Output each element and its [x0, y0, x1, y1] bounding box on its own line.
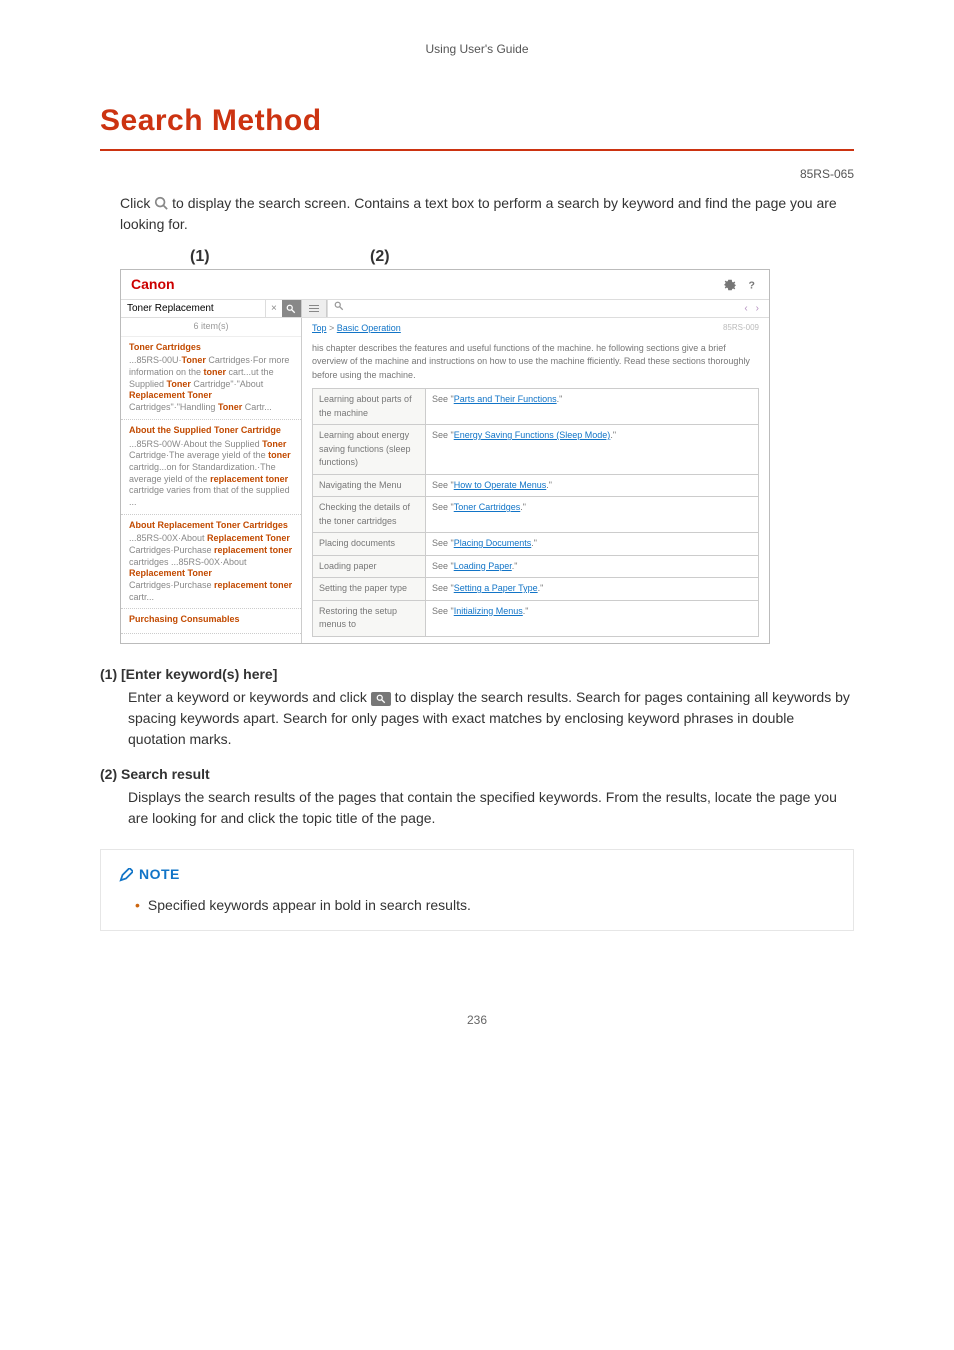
table-link[interactable]: Placing Documents	[454, 538, 532, 548]
table-link[interactable]: Toner Cartridges	[454, 502, 521, 512]
running-header: Using User's Guide	[100, 40, 854, 58]
table-row: Learning about parts of the machineSee "…	[313, 389, 759, 425]
table-row: Placing documentsSee "Placing Documents.…	[313, 533, 759, 556]
table-row: Navigating the MenuSee "How to Operate M…	[313, 474, 759, 497]
table-link[interactable]: Loading Paper	[454, 561, 512, 571]
results-count: 6 item(s)	[121, 318, 301, 337]
table-label: Loading paper	[313, 555, 426, 578]
title-rule	[100, 149, 854, 151]
breadcrumb: 85RS-009 Top > Basic Operation	[312, 322, 759, 336]
table-label: Placing documents	[313, 533, 426, 556]
table-value: See "Energy Saving Functions (Sleep Mode…	[426, 425, 759, 475]
table-link[interactable]: Parts and Their Functions	[454, 394, 557, 404]
doc-code: 85RS-065	[100, 165, 854, 183]
table-row: Setting the paper typeSee "Setting a Pap…	[313, 578, 759, 601]
note-box: NOTE Specified keywords appear in bold i…	[100, 849, 854, 931]
table-label: Checking the details of the toner cartri…	[313, 497, 426, 533]
brand-logo: Canon	[131, 274, 175, 295]
content-page-code: 85RS-009	[723, 322, 759, 334]
table-label: Setting the paper type	[313, 578, 426, 601]
search-result-item[interactable]: Toner Cartridges...85RS-00U·Toner Cartri…	[121, 337, 301, 420]
search-result-item[interactable]: Purchasing Consumables	[121, 609, 301, 634]
search-go-button[interactable]	[282, 300, 301, 317]
page-title: Search Method	[100, 98, 854, 143]
result-title: About Replacement Toner Cartridges	[129, 520, 293, 532]
table-label: Restoring the setup menus to	[313, 600, 426, 636]
def-1-head: (1) [Enter keyword(s) here]	[100, 664, 854, 685]
content-intro: his chapter describes the features and u…	[312, 342, 759, 383]
table-value: See "Loading Paper."	[426, 555, 759, 578]
search-button-icon	[371, 692, 391, 706]
result-snippet: ...85RS-00X·About Replacement Toner Cart…	[129, 533, 293, 603]
table-link[interactable]: Initializing Menus	[454, 606, 523, 616]
table-value: See "Toner Cartridges."	[426, 497, 759, 533]
svg-text:?: ?	[749, 279, 755, 291]
figure-screenshot: (1) (2) Canon ? ×	[120, 245, 770, 644]
search-result-item[interactable]: About Replacement Toner Cartridges...85R…	[121, 515, 301, 610]
intro-paragraph: Click to display the search screen. Cont…	[120, 193, 854, 235]
def-2-body: Displays the search results of the pages…	[128, 787, 854, 829]
intro-post: to display the search screen. Contains a…	[120, 195, 837, 232]
result-title: Purchasing Consumables	[129, 614, 293, 626]
table-label: Navigating the Menu	[313, 474, 426, 497]
note-heading: NOTE	[119, 864, 835, 885]
callout-1: (1)	[120, 245, 370, 269]
breadcrumb-current[interactable]: Basic Operation	[337, 323, 401, 333]
def-2-head: (2) Search result	[100, 764, 854, 785]
table-row: Checking the details of the toner cartri…	[313, 497, 759, 533]
table-link[interactable]: Energy Saving Functions (Sleep Mode)	[454, 430, 611, 440]
table-value: See "Setting a Paper Type."	[426, 578, 759, 601]
table-row: Restoring the setup menus toSee "Initial…	[313, 600, 759, 636]
breadcrumb-top[interactable]: Top	[312, 323, 327, 333]
table-row: Learning about energy saving functions (…	[313, 425, 759, 475]
search-icon	[154, 196, 168, 210]
page-number: 236	[100, 1011, 854, 1029]
result-snippet: ...85RS-00U·Toner Cartridges·For more in…	[129, 355, 293, 413]
search-input[interactable]	[121, 300, 265, 317]
table-value: See "How to Operate Menus."	[426, 474, 759, 497]
gear-icon[interactable]	[723, 278, 737, 292]
note-item: Specified keywords appear in bold in sea…	[135, 895, 835, 916]
pencil-icon	[119, 867, 133, 881]
result-title: Toner Cartridges	[129, 342, 293, 354]
table-value: See "Parts and Their Functions."	[426, 389, 759, 425]
intro-pre: Click	[120, 195, 154, 211]
section-table: Learning about parts of the machineSee "…	[312, 388, 759, 637]
table-link[interactable]: Setting a Paper Type	[454, 583, 538, 593]
table-value: See "Initializing Menus."	[426, 600, 759, 636]
table-label: Learning about energy saving functions (…	[313, 425, 426, 475]
next-button[interactable]: ›	[752, 301, 763, 316]
help-icon[interactable]: ?	[745, 278, 759, 292]
table-link[interactable]: How to Operate Menus	[454, 480, 547, 490]
result-snippet: ...85RS-00W·About the Supplied Toner Car…	[129, 439, 293, 509]
toc-toggle[interactable]	[302, 300, 327, 317]
table-row: Loading paperSee "Loading Paper."	[313, 555, 759, 578]
table-value: See "Placing Documents."	[426, 533, 759, 556]
prev-button[interactable]: ‹	[740, 301, 751, 316]
table-label: Learning about parts of the machine	[313, 389, 426, 425]
result-title: About the Supplied Toner Cartridge	[129, 425, 293, 437]
search-icon	[334, 301, 344, 316]
search-result-item[interactable]: About the Supplied Toner Cartridge ...85R…	[121, 420, 301, 515]
callout-2: (2)	[370, 245, 390, 269]
def-1-body: Enter a keyword or keywords and click to…	[128, 687, 854, 750]
clear-icon[interactable]: ×	[265, 300, 282, 317]
